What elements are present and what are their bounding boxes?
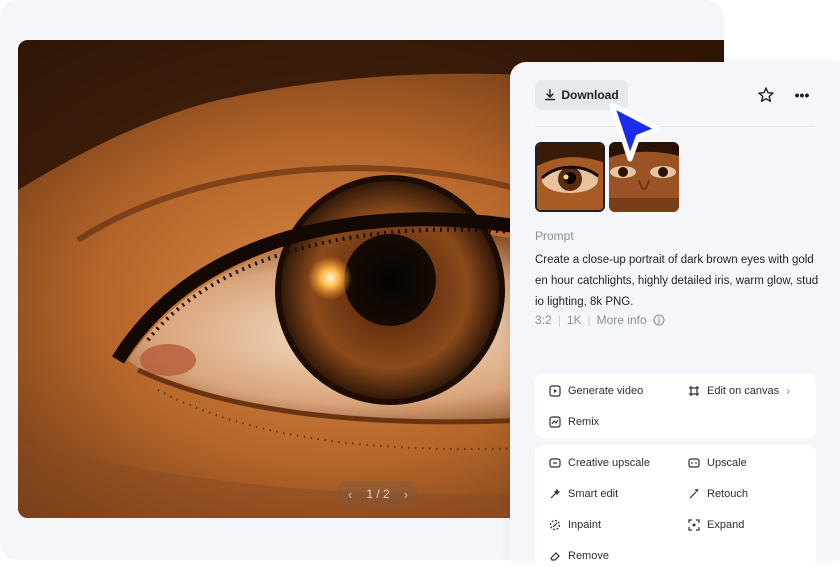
eraser-icon — [550, 552, 560, 561]
remove-label: Remove — [568, 550, 609, 562]
inpaint-button[interactable]: Inpaint — [549, 514, 601, 536]
video-icon — [549, 385, 561, 397]
actions-group-generate: Generate video Edit on canvas › Remix — [535, 374, 816, 438]
image-meta: 3:2 | 1K | More info — [535, 313, 665, 327]
retouch-icon — [689, 488, 699, 499]
image-pager: ‹ 1 / 2 › — [339, 481, 417, 507]
smart-edit-button[interactable]: Smart edit — [549, 483, 618, 505]
chevron-left-icon[interactable]: ‹ — [348, 487, 352, 502]
inpaint-label: Inpaint — [568, 519, 602, 531]
actions-group-edit: Creative upscale Upscale Smart edit Reto… — [535, 445, 816, 567]
pager-text: 1 / 2 — [366, 487, 390, 501]
remix-label: Remix — [568, 416, 600, 428]
smart-edit-label: Smart edit — [568, 488, 619, 500]
expand-button[interactable]: Expand — [688, 514, 744, 536]
generate-video-button[interactable]: Generate video — [549, 380, 643, 402]
creative-upscale-icon — [549, 458, 561, 468]
remix-button[interactable]: Remix — [549, 411, 599, 433]
smart-edit-icon — [550, 488, 561, 499]
canvas-icon — [689, 386, 699, 396]
meta-separator: | — [587, 313, 591, 327]
expand-label: Expand — [707, 519, 745, 531]
star-icon[interactable] — [757, 86, 775, 104]
expand-icon — [688, 519, 700, 531]
resolution: 1K — [566, 313, 582, 327]
more-info-link[interactable]: More info — [597, 313, 647, 327]
retouch-label: Retouch — [707, 488, 748, 500]
thumbnail-1[interactable] — [535, 142, 605, 212]
app-window: ‹ 1 / 2 › Download ••• Prompt Create a c… — [0, 0, 840, 567]
download-icon — [545, 89, 556, 101]
upscale-button[interactable]: Upscale — [688, 452, 747, 474]
chevron-right-icon[interactable]: › — [404, 487, 408, 502]
edit-on-canvas-button[interactable]: Edit on canvas › — [688, 380, 790, 402]
more-options-icon[interactable]: ••• — [793, 86, 811, 104]
thumbnail-eye-image — [537, 144, 603, 210]
creative-upscale-button[interactable]: Creative upscale — [549, 452, 650, 474]
edit-on-canvas-label: Edit on canvas — [707, 385, 780, 397]
details-panel: Download ••• Prompt Create a close-up po… — [510, 62, 840, 567]
panel-toolbar: Download ••• — [535, 80, 815, 110]
generate-video-label: Generate video — [568, 385, 644, 397]
aspect-ratio: 3:2 — [535, 313, 552, 327]
remove-button[interactable]: Remove — [549, 545, 609, 567]
prompt-text: Create a close-up portrait of dark brown… — [535, 254, 819, 308]
creative-upscale-label: Creative upscale — [568, 457, 650, 469]
upscale-icon — [688, 458, 700, 468]
meta-separator: | — [557, 313, 561, 327]
pointer-cursor-icon — [609, 102, 661, 162]
prompt-label: Prompt — [535, 229, 574, 243]
retouch-button[interactable]: Retouch — [688, 483, 748, 505]
inpaint-icon — [549, 519, 561, 531]
chevron-right-icon: › — [786, 384, 791, 398]
divider — [535, 126, 815, 127]
info-icon[interactable] — [653, 314, 665, 326]
upscale-label: Upscale — [707, 457, 747, 469]
remix-icon — [549, 416, 561, 428]
